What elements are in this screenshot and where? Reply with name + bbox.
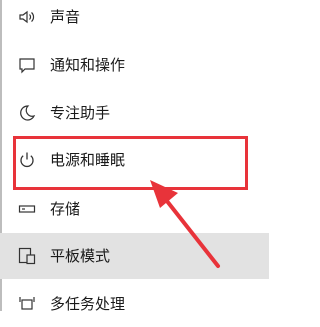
annotation-arrow xyxy=(150,180,220,268)
